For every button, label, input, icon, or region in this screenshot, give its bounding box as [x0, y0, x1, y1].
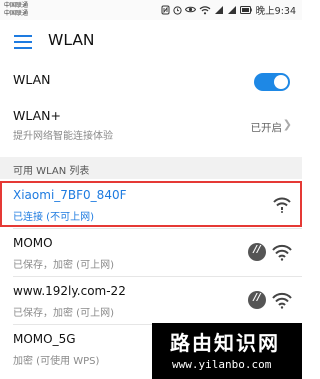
- watermark-logo: 路由知识网 www.yilanbo.com: [152, 323, 302, 379]
- carrier-label-1: 中国联通: [4, 2, 29, 9]
- watermark-title: 路由知识网: [170, 331, 280, 355]
- nfc-icon: [161, 5, 170, 14]
- network-row-xiaomi[interactable]: Xiaomi_7BF0_840F 已连接 (不可上网): [0, 181, 302, 227]
- signal-icon-2: [227, 5, 236, 14]
- network-status: 已保存，加密 (可上网): [13, 260, 114, 271]
- hotspot-icon: //: [248, 291, 266, 309]
- signal-icon-1: [214, 5, 223, 14]
- hamburger-menu-icon: [14, 35, 32, 49]
- network-ssid: www.192ly.com-22: [13, 284, 126, 298]
- alarm-icon: [173, 5, 182, 15]
- available-networks-header: 可用 WLAN 列表: [0, 157, 302, 179]
- network-row-momo[interactable]: MOMO 已保存，加密 (可上网) //: [0, 229, 302, 275]
- clock-time: 晚上9:34: [255, 5, 296, 17]
- wifi-signal-icon: [272, 244, 292, 261]
- wifi-signal-warning-icon: [273, 197, 291, 213]
- menu-button[interactable]: [14, 34, 32, 49]
- carrier-label-2: 中国联通: [4, 10, 29, 17]
- wifi-status-icon: [199, 5, 211, 14]
- chevron-right-icon: ❯: [282, 118, 292, 131]
- network-ssid: MOMO_5G: [13, 332, 76, 346]
- network-status: 已保存，加密 (可上网): [13, 308, 114, 319]
- status-icons: 晚上9:34: [161, 3, 296, 17]
- network-status: 已连接 (不可上网): [13, 212, 94, 223]
- app-bar: WLAN: [0, 20, 302, 62]
- wlan-plus-subtitle: 提升网络智能连接体验: [13, 131, 113, 142]
- wifi-signal-icon: [272, 292, 292, 309]
- eye-icon: [184, 6, 196, 13]
- network-ssid: MOMO: [13, 236, 53, 250]
- wlan-toggle-switch[interactable]: [254, 73, 290, 91]
- wlan-plus-row[interactable]: WLAN+ 提升网络智能连接体验 已开启 ❯: [0, 104, 302, 154]
- network-row-192ly[interactable]: www.192ly.com-22 已保存，加密 (可上网) //: [0, 277, 302, 323]
- toggle-knob: [274, 75, 288, 89]
- page-title: WLAN: [48, 31, 95, 49]
- section-title: 可用 WLAN 列表: [13, 166, 90, 177]
- network-status: 加密 (可使用 WPS): [13, 356, 100, 367]
- network-ssid: Xiaomi_7BF0_840F: [13, 188, 127, 202]
- wlan-label: WLAN: [13, 72, 51, 87]
- battery-icon: [239, 5, 252, 14]
- wlan-plus-label: WLAN+: [13, 108, 61, 123]
- wlan-plus-status: 已开启: [250, 122, 283, 134]
- watermark-url: www.yilanbo.com: [172, 358, 272, 371]
- status-bar: 中国联通 中国联通 晚上9:34: [0, 0, 302, 20]
- hotspot-icon: //: [248, 243, 266, 261]
- wlan-toggle-row[interactable]: WLAN: [0, 62, 302, 102]
